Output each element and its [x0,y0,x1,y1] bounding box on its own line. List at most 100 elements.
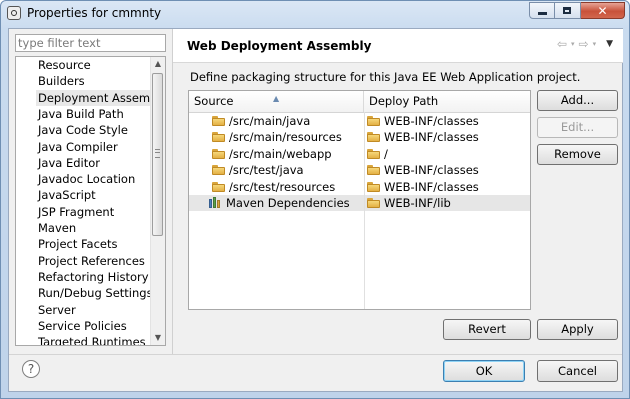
tree-item[interactable]: JSP Fragment [36,204,116,220]
folder-icon [212,165,225,176]
table-row[interactable]: /src/main/webapp / [189,146,530,162]
filter-field[interactable] [15,34,166,52]
source-path: /src/test/java [229,163,304,178]
maximize-button[interactable] [555,2,581,19]
close-icon: ✕ [597,4,608,18]
view-menu-icon[interactable]: ▼ [606,39,613,49]
page-header: Web Deployment Assembly ⇦ ▾ ⇨ ▾ ▼ [173,29,623,63]
tree-item[interactable]: Maven [36,220,78,236]
deploy-path-column-header[interactable]: Deploy Path [364,91,530,112]
close-button[interactable]: ✕ [581,2,625,19]
splitter-sash[interactable] [172,29,173,354]
tree-item[interactable]: Deployment Assembly [36,89,165,106]
apply-button[interactable]: Apply [537,319,618,340]
remove-button[interactable]: Remove [537,144,618,165]
ok-button[interactable]: OK [443,360,525,382]
bottom-separator [9,354,622,355]
tree-item[interactable]: Project Facets [36,236,120,252]
tree-item[interactable]: Service Policies [36,318,129,334]
deploy-path: WEB-INF/classes [384,179,479,194]
deploy-path-cell: / [367,146,388,162]
deploy-path: WEB-INF/classes [384,114,479,128]
folder-icon [212,148,225,159]
revert-button[interactable]: Revert [443,319,531,340]
forward-history-dropdown-icon[interactable]: ▾ [593,40,597,48]
page-description: Define packaging structure for this Java… [190,70,581,84]
back-arrow-icon[interactable]: ⇦ [557,37,567,51]
deploy-path-cell: WEB-INF/lib [367,195,451,211]
page-title: Web Deployment Assembly [187,39,372,53]
sort-ascending-icon: ▲ [273,94,280,103]
tree-item[interactable]: JavaScript [36,187,98,203]
source-cell: /src/main/resources [212,129,342,145]
table-row[interactable]: /src/test/java WEB-INF/classes [189,162,530,178]
deploy-path-cell: WEB-INF/classes [367,129,479,145]
tree-item[interactable]: Refactoring History [36,269,151,285]
column-separator [364,112,365,309]
source-cell: /src/main/java [212,113,310,129]
app-icon [7,6,21,20]
deploy-path: WEB-INF/lib [384,196,451,210]
source-path: /src/main/webapp [229,146,332,161]
filter-input[interactable] [18,36,158,50]
deploy-path-cell: WEB-INF/classes [367,179,479,195]
source-path: /src/main/java [229,114,311,128]
property-page-tree: Resource Builders Deployment Assembly Java … [15,56,166,346]
tree-item[interactable]: Java Editor [36,155,102,171]
folder-icon [367,198,380,208]
scroll-down-arrow-icon[interactable]: ▼ [151,331,165,345]
tree-item[interactable]: Resource [36,57,93,73]
scroll-up-arrow-icon[interactable]: ▲ [151,57,165,71]
folder-icon [212,116,225,126]
tree-vertical-scrollbar[interactable]: ▲ ▼ [150,57,165,345]
title-bar[interactable]: Properties for cmmnty ✕ [1,1,629,27]
minimize-button[interactable] [529,2,555,19]
source-cell: /src/test/resources [212,179,335,195]
cancel-button[interactable]: Cancel [537,360,618,382]
caption-buttons: ✕ [529,2,625,20]
edit-button[interactable]: Edit... [537,117,618,138]
tree-item[interactable]: Server [36,302,78,318]
add-button[interactable]: Add... [537,90,618,111]
forward-arrow-icon[interactable]: ⇨ [579,37,589,51]
properties-dialog: Properties for cmmnty ✕ ResourceBuilders… [0,0,630,399]
folder-icon [367,165,380,176]
table-row[interactable]: /src/main/java WEB-INF/classes [189,113,530,129]
help-icon[interactable]: ? [22,360,40,378]
back-history-dropdown-icon[interactable]: ▾ [571,40,575,48]
deploy-path: WEB-INF/classes [384,163,479,178]
deploy-path-cell: WEB-INF/classes [367,113,479,129]
dialog-client-area: ResourceBuildersDeployment AssemblyJava … [8,28,623,392]
source-path: /src/main/resources [229,130,342,145]
folder-icon [367,181,380,192]
tree-item[interactable]: Project References [36,253,147,269]
deploy-path-column-label: Deploy Path [369,94,439,108]
tree-item[interactable]: Java Code Style [36,122,130,138]
source-cell: /src/test/java [212,162,304,178]
source-column-label: Source [194,94,234,108]
table-row[interactable]: Maven Dependencies WEB-INF/lib [189,195,530,211]
tree-item[interactable]: Run/Debug Settings [36,285,155,301]
page-navigation: ⇦ ▾ ⇨ ▾ ▼ [557,37,613,51]
deploy-path: WEB-INF/classes [384,130,479,145]
table-row[interactable]: /src/test/resources WEB-INF/classes [189,179,530,195]
folder-icon [212,132,225,143]
source-path: Maven Dependencies [226,196,350,210]
source-column-header[interactable]: Source ▲ [189,91,364,112]
scrollbar-thumb[interactable] [152,73,163,236]
tree-item[interactable]: Java Compiler [36,139,120,155]
deploy-path-cell: WEB-INF/classes [367,162,479,178]
source-cell: Maven Dependencies [209,195,350,211]
deploy-path: / [384,146,388,161]
folder-icon [367,132,380,143]
folder-icon [212,181,225,192]
table-row[interactable]: /src/main/resources WEB-INF/classes [189,129,530,145]
grip-icon [155,149,160,158]
folder-icon [367,116,380,126]
tree-item[interactable]: Javadoc Location [36,171,137,187]
tree-item[interactable]: Java Build Path [36,106,126,122]
tree-item[interactable]: Targeted Runtimes [36,334,148,345]
tree-item[interactable]: Builders [36,73,87,89]
folder-icon [367,148,380,159]
source-cell: /src/main/webapp [212,146,332,162]
